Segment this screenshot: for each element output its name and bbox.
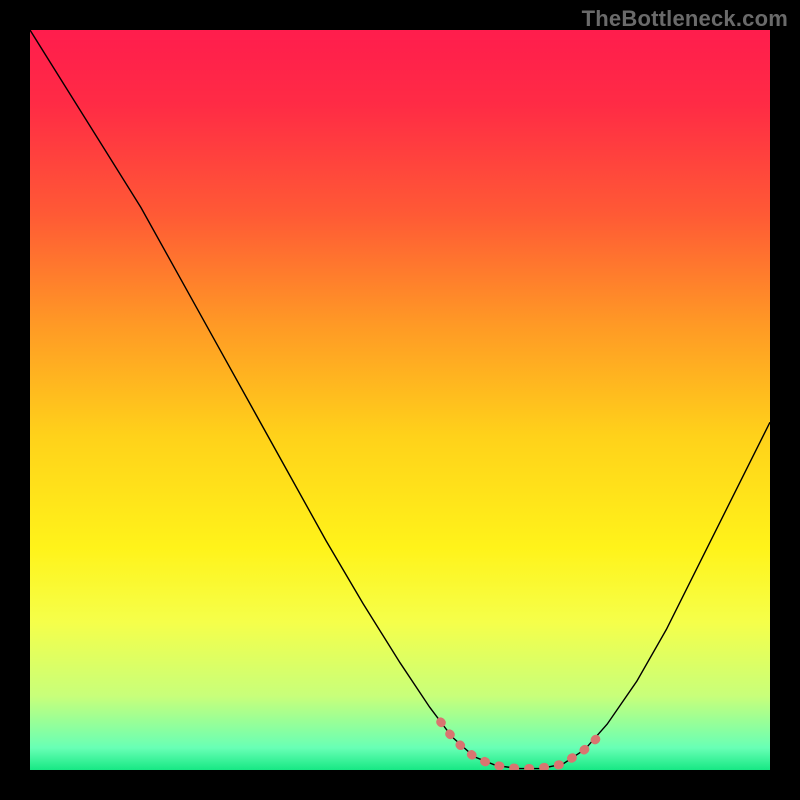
plot-svg — [30, 30, 770, 770]
chart-container: TheBottleneck.com — [0, 0, 800, 800]
watermark-label: TheBottleneck.com — [582, 6, 788, 32]
plot-background — [30, 30, 770, 770]
